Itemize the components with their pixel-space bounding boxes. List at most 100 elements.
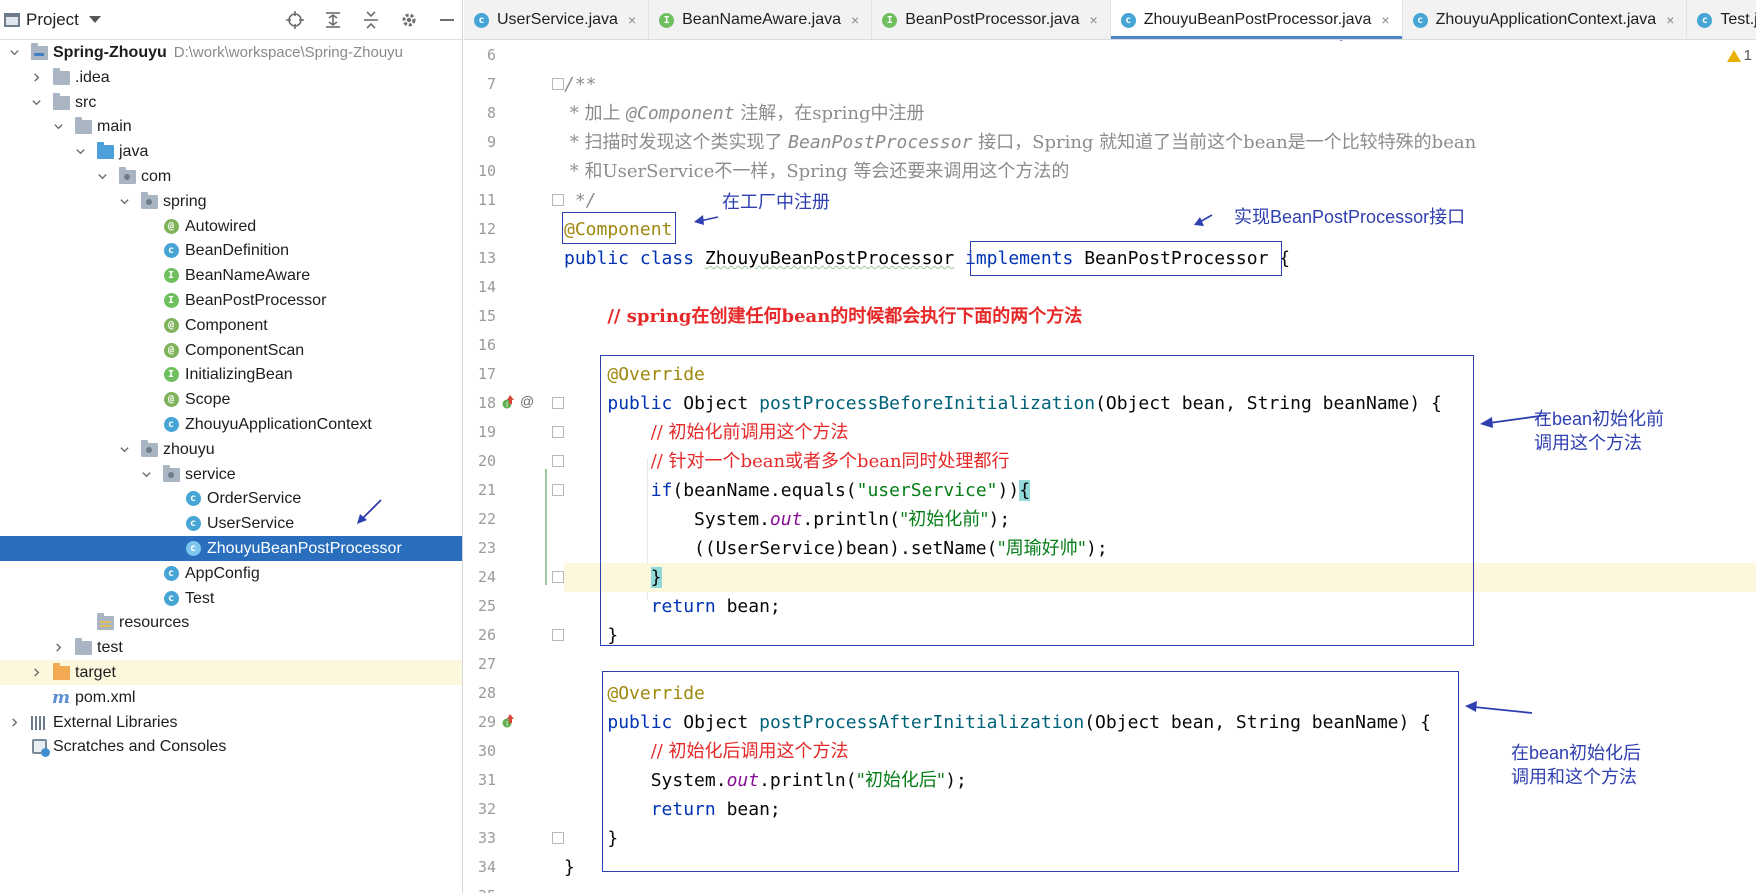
tree-node-appconfig[interactable]: c AppConfig: [0, 561, 462, 586]
gutter-line[interactable]: 23: [464, 534, 558, 563]
tree-node-beandefinition[interactable]: c BeanDefinition: [0, 238, 462, 263]
tree-node-resources[interactable]: resources: [0, 610, 462, 635]
gutter-line[interactable]: 9: [464, 128, 558, 157]
gutter-line[interactable]: 22: [464, 505, 558, 534]
tree-node-spring-zhouyu[interactable]: Spring-Zhouyu D:\work\workspace\Spring-Zh…: [0, 40, 462, 65]
expand-all-icon[interactable]: [323, 10, 343, 30]
tree-node-target[interactable]: target: [0, 660, 462, 685]
gutter-line[interactable]: 14: [464, 273, 558, 302]
gutter-line[interactable]: 19: [464, 418, 564, 447]
gutter-line[interactable]: 12: [464, 215, 558, 244]
tree-node-zhouyuapplicationcontext[interactable]: c ZhouyuApplicationContext: [0, 412, 462, 437]
fold-marker-icon[interactable]: [552, 397, 564, 409]
editor-tab-userservice-java[interactable]: c UserService.java ×: [464, 0, 650, 39]
close-icon[interactable]: ×: [1666, 12, 1674, 28]
gutter-line[interactable]: 31: [464, 766, 558, 795]
gutter-line[interactable]: 29 I: [464, 708, 558, 737]
chevron-down-icon[interactable]: [30, 97, 42, 109]
gutter-line[interactable]: 30: [464, 737, 558, 766]
tree-node-userservice[interactable]: c UserService: [0, 511, 462, 536]
gutter-line[interactable]: 20: [464, 447, 564, 476]
tree-node-com[interactable]: com: [0, 164, 462, 189]
fold-marker-icon[interactable]: [552, 455, 564, 467]
chevron-right-icon[interactable]: [30, 72, 42, 84]
tree-node-scratches-and-consoles[interactable]: Scratches and Consoles: [0, 734, 462, 759]
code-editor[interactable]: 1 6 7 8 9 10 11 12 13 14 15 16 17 18 I @19 20 21 22 23 24 25…: [464, 41, 1756, 893]
chevron-down-icon[interactable]: [74, 146, 86, 158]
gutter-line[interactable]: 8: [464, 99, 558, 128]
fold-marker-icon[interactable]: [552, 571, 564, 583]
tree-node-initializingbean[interactable]: I InitializingBean: [0, 362, 462, 387]
gutter-line[interactable]: 10: [464, 157, 558, 186]
gutter-line[interactable]: 18 I @: [464, 389, 564, 418]
editor-tab-zhouyubeanpostprocessor-java[interactable]: c ZhouyuBeanPostProcessor.java ×: [1110, 0, 1403, 39]
close-icon[interactable]: ×: [628, 12, 636, 28]
gutter-line[interactable]: 26: [464, 621, 564, 650]
editor-tab-zhouyuapplicationcontext-java[interactable]: c ZhouyuApplicationContext.java ×: [1403, 0, 1688, 39]
collapse-all-icon[interactable]: [361, 10, 381, 30]
fold-marker-icon[interactable]: [552, 484, 564, 496]
gutter-line[interactable]: 24: [464, 563, 564, 592]
chevron-down-icon[interactable]: [52, 121, 64, 133]
tree-node-autowired[interactable]: @ Autowired: [0, 214, 462, 239]
tree-node-componentscan[interactable]: @ ComponentScan: [0, 338, 462, 363]
gutter-line[interactable]: 32: [464, 795, 558, 824]
chevron-down-icon[interactable]: [8, 47, 20, 59]
tree-node-beanpostprocessor[interactable]: I BeanPostProcessor: [0, 288, 462, 313]
tree-node-service[interactable]: service: [0, 462, 462, 487]
gutter-line[interactable]: 33: [464, 824, 564, 853]
editor-tab-test-ja[interactable]: c Test.ja: [1687, 0, 1756, 39]
close-icon[interactable]: ×: [1090, 12, 1098, 28]
editor-tab-beanpostprocessor-java[interactable]: I BeanPostProcessor.java ×: [872, 0, 1111, 39]
inspection-widget[interactable]: 1: [1726, 47, 1752, 64]
close-icon[interactable]: ×: [851, 12, 859, 28]
tree-node-spring[interactable]: spring: [0, 189, 462, 214]
hide-panel-icon[interactable]: [437, 10, 457, 30]
tree-node-zhouyu[interactable]: zhouyu: [0, 437, 462, 462]
gutter-line[interactable]: 21: [464, 476, 564, 505]
tree-node-zhouyubeanpostprocessor[interactable]: c ZhouyuBeanPostProcessor: [0, 536, 462, 561]
gutter-line[interactable]: 35: [464, 882, 558, 893]
chevron-down-icon[interactable]: [118, 444, 130, 456]
gutter-line[interactable]: 13: [464, 244, 558, 273]
implements-method-icon[interactable]: I: [502, 395, 514, 411]
implements-method-icon[interactable]: I: [502, 714, 514, 730]
tree-node-pom-xml[interactable]: m pom.xml: [0, 685, 462, 710]
gutter-line[interactable]: 11: [464, 186, 564, 215]
tree-node-test[interactable]: test: [0, 635, 462, 660]
tree-node-java[interactable]: java: [0, 139, 462, 164]
tree-node-src[interactable]: src: [0, 90, 462, 115]
editor-tab-beannameaware-java[interactable]: I BeanNameAware.java ×: [649, 0, 873, 39]
tree-node-beannameaware[interactable]: I BeanNameAware: [0, 263, 462, 288]
fold-marker-icon[interactable]: [552, 629, 564, 641]
locate-file-icon[interactable]: [285, 10, 305, 30]
gutter-line[interactable]: 34: [464, 853, 558, 882]
chevron-down-icon[interactable]: [140, 469, 152, 481]
tree-node-component[interactable]: @ Component: [0, 313, 462, 338]
gutter-line[interactable]: 6: [464, 41, 558, 70]
gutter-line[interactable]: 16: [464, 331, 558, 360]
gutter-line[interactable]: 17: [464, 360, 558, 389]
project-view-selector[interactable]: Project: [0, 0, 101, 40]
chevron-right-icon[interactable]: [52, 642, 64, 654]
tree-node-idea[interactable]: .idea: [0, 65, 462, 90]
annotation-gutter-icon[interactable]: @: [520, 393, 534, 409]
gutter-line[interactable]: 15: [464, 302, 558, 331]
tree-node-test[interactable]: c Test: [0, 586, 462, 611]
tree-node-external-libraries[interactable]: External Libraries: [0, 710, 462, 735]
fold-marker-icon[interactable]: [552, 194, 564, 206]
chevron-right-icon[interactable]: [8, 717, 20, 729]
close-icon[interactable]: ×: [1381, 12, 1389, 28]
chevron-down-icon[interactable]: [118, 196, 130, 208]
tree-node-scope[interactable]: @ Scope: [0, 387, 462, 412]
gutter-line[interactable]: 25: [464, 592, 558, 621]
gutter-line[interactable]: 28: [464, 679, 558, 708]
fold-marker-icon[interactable]: [552, 832, 564, 844]
fold-marker-icon[interactable]: [552, 78, 564, 90]
gutter-line[interactable]: 27: [464, 650, 558, 679]
gear-icon[interactable]: [399, 10, 419, 30]
tree-node-orderservice[interactable]: c OrderService: [0, 486, 462, 511]
chevron-down-icon[interactable]: [96, 171, 108, 183]
tree-node-main[interactable]: main: [0, 114, 462, 139]
fold-marker-icon[interactable]: [552, 426, 564, 438]
